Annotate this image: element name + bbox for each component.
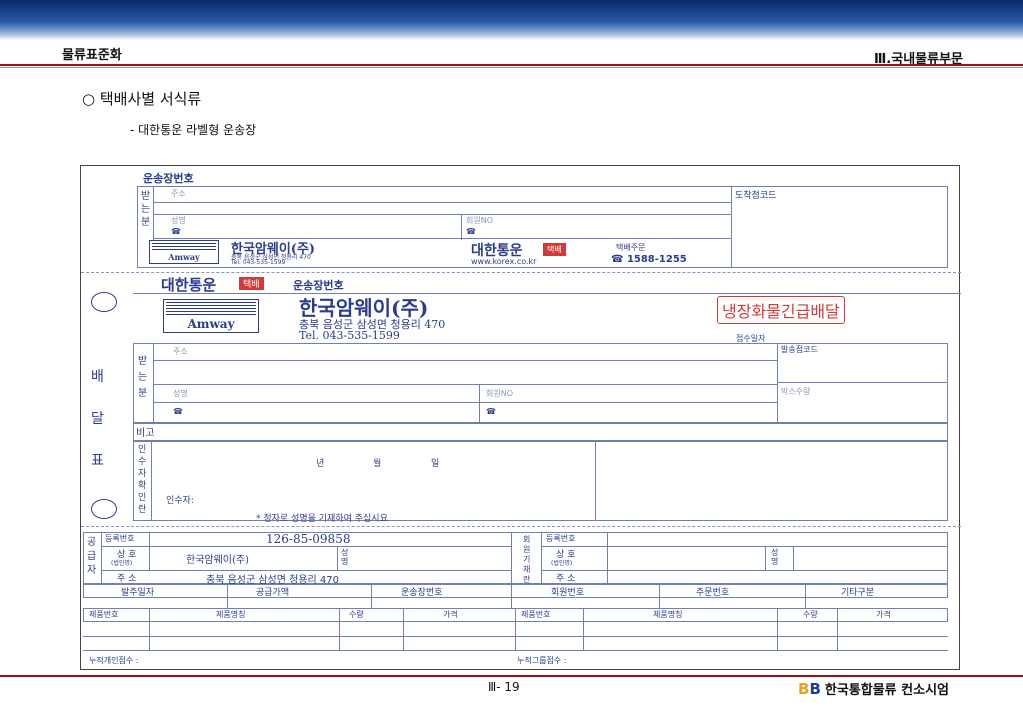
korex-name-mid: 대한통운 bbox=[161, 276, 217, 294]
reg-no-value: 126-85-09858 bbox=[266, 532, 351, 546]
depart-code-label: 발송점코드 bbox=[781, 345, 818, 354]
korex-web: www.korex.co.kr bbox=[471, 257, 537, 266]
date-month: 월 bbox=[373, 459, 382, 469]
order-tel: ☎ 1588-1255 bbox=[611, 254, 687, 265]
address-label-top: 주소 bbox=[171, 189, 186, 198]
col-member-no: 회원번호 bbox=[551, 588, 585, 598]
rep-label: 성명 bbox=[341, 548, 349, 566]
member-reg-no-label: 등록번호 bbox=[546, 534, 576, 543]
header-rule bbox=[0, 64, 1023, 66]
addr-label: 주 소 bbox=[117, 574, 137, 584]
phone-icon: ☎ bbox=[173, 407, 183, 416]
reg-no-label: 등록번호 bbox=[105, 534, 135, 543]
receiver-label-top: 받는분 bbox=[141, 191, 151, 228]
section-heading: ○ 택배사별 서식류 bbox=[82, 90, 202, 108]
footer-rule bbox=[0, 675, 1023, 677]
sign-notice: * 정자로 성명을 기재하여 주십시요 bbox=[256, 514, 388, 524]
waybill-form-image: 운송장번호 받는분 주소 도착점코드 성명 회원NO ☎ ☎ Amway 한국암… bbox=[80, 165, 961, 670]
col-etc: 기타구분 bbox=[841, 588, 875, 598]
member-rep-label: 성명 bbox=[771, 548, 779, 566]
phone-icon-2: ☎ bbox=[486, 407, 496, 416]
col-waybill-no: 운송장번호 bbox=[401, 588, 443, 598]
amway-logo-small: Amway bbox=[149, 240, 219, 264]
waybill-no-label: 운송장번호 bbox=[143, 172, 194, 185]
phone-icon-top-2: ☎ bbox=[466, 227, 476, 236]
columns-row bbox=[83, 584, 948, 598]
header-rule-thin bbox=[0, 67, 1023, 68]
name-label-top: 성명 bbox=[171, 216, 186, 225]
order-label: 택배주문 bbox=[616, 243, 646, 252]
cold-delivery-stamp: 냉장화물긴급배달 bbox=[717, 296, 845, 324]
receiver-sign-label: 인수자: bbox=[166, 496, 194, 506]
shipper-tel: Tel. 043-535-1599 bbox=[299, 329, 400, 342]
company-name: 한국통합물류 컨소시엄 bbox=[824, 683, 950, 698]
delivery-label: 배달표 bbox=[91, 369, 104, 469]
total-personal-points: 누적개인점수 : bbox=[89, 656, 139, 665]
note-box bbox=[133, 423, 948, 441]
header-left-title: 물류표준화 bbox=[62, 48, 122, 63]
top-banner bbox=[0, 0, 1023, 40]
company-sub-label: (법인명) bbox=[111, 560, 133, 567]
section-subheading: - 대한통운 라벨형 운송장 bbox=[130, 123, 257, 137]
footer-company: BB 한국통합물류 컨소시엄 bbox=[798, 679, 950, 699]
total-group-points: 누적그룹점수 : bbox=[517, 656, 567, 665]
bb-logo-icon: BB bbox=[798, 679, 821, 698]
punch-hole-top bbox=[91, 292, 117, 312]
item-col-name-1: 제품명칭 bbox=[216, 610, 246, 619]
korex-badge-mid: 택배 bbox=[239, 277, 264, 290]
item-col-price-1: 가격 bbox=[443, 610, 458, 619]
page-number: Ⅲ- 19 bbox=[488, 680, 520, 694]
name-label: 성명 bbox=[173, 389, 188, 398]
item-col-price-2: 가격 bbox=[876, 610, 891, 619]
item-col-no-2: 제품번호 bbox=[521, 610, 551, 619]
receiver-label: 받는분 bbox=[138, 356, 148, 399]
member-no-label: 회원NO bbox=[486, 389, 514, 398]
item-col-no-1: 제품번호 bbox=[89, 610, 119, 619]
item-col-name-2: 제품명칭 bbox=[653, 610, 683, 619]
company-value: 한국암웨이(주) bbox=[186, 555, 250, 566]
note-label: 비고 bbox=[136, 428, 155, 439]
item-col-qty-1: 수량 bbox=[349, 610, 364, 619]
member-company-sub: (법인명) bbox=[551, 560, 573, 567]
col-supply-amount: 공급가액 bbox=[256, 588, 290, 598]
date-year: 년 bbox=[316, 459, 325, 469]
punch-hole-bottom bbox=[91, 499, 117, 519]
receiver-box bbox=[133, 343, 948, 423]
date-day: 일 bbox=[431, 459, 440, 469]
shipper-tel-small: Tel. 043-535-1599 bbox=[231, 259, 286, 266]
arrival-code-label: 도착점코드 bbox=[735, 191, 777, 201]
amway-logo: Amway bbox=[163, 299, 259, 333]
col-order-no: 주문번호 bbox=[696, 588, 730, 598]
box-qty-label: 박스수량 bbox=[781, 387, 811, 396]
phone-icon-top: ☎ bbox=[171, 227, 181, 236]
member-addr-label: 주 소 bbox=[556, 574, 576, 584]
confirm-box bbox=[133, 441, 948, 521]
address-label: 주소 bbox=[173, 347, 188, 356]
supplier-label: 공급자 bbox=[87, 537, 97, 576]
member-no-top: 회원NO bbox=[466, 216, 494, 225]
member-entry-label: 회원기재란 bbox=[523, 535, 531, 584]
col-order-date: 발주일자 bbox=[121, 588, 155, 598]
receipt-confirm-label: 인수자확인란 bbox=[138, 445, 147, 515]
item-col-qty-2: 수량 bbox=[803, 610, 818, 619]
waybill-no-mid: 운송장번호 bbox=[293, 279, 344, 292]
korex-badge-small: 택배 bbox=[543, 243, 566, 256]
